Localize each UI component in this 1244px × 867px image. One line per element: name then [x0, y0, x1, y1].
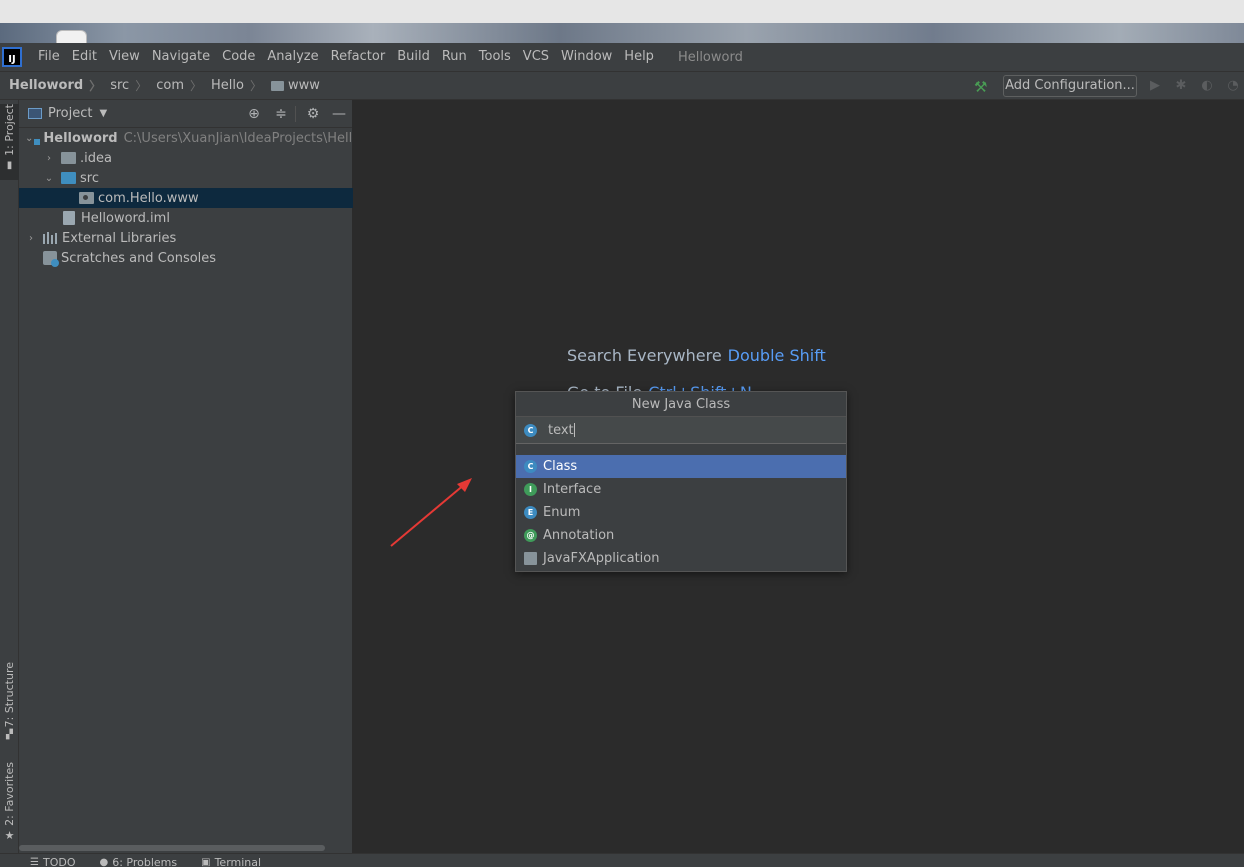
menu-run[interactable]: Run — [436, 43, 473, 71]
run-icon[interactable]: ▶ — [1148, 79, 1162, 93]
kind-option-annotation[interactable]: @ Annotation — [516, 524, 846, 547]
menu-bar: IJ File Edit View Navigate Code Analyze … — [0, 43, 1244, 71]
tool-tab-terminal[interactable]: ▣ Terminal — [201, 854, 261, 867]
desktop-top-bar — [0, 0, 1244, 23]
debug-icon[interactable]: ✱ — [1174, 79, 1188, 93]
desktop-tab-shape — [56, 30, 87, 44]
list-icon: ☰ — [30, 857, 39, 867]
tree-item-package[interactable]: com.Hello.www — [19, 188, 353, 208]
warning-icon: ● — [99, 857, 109, 867]
chevron-down-icon[interactable]: ⌄ — [25, 133, 33, 144]
tree-item-helloword[interactable]: ⌄ Helloword C:\Users\XuanJian\IdeaProjec… — [19, 128, 353, 148]
menu-refactor[interactable]: Refactor — [325, 43, 392, 71]
breadcrumb-separator-icon: 〉 — [249, 79, 262, 93]
minimize-icon[interactable]: — — [332, 107, 346, 121]
star-icon: ★ — [4, 828, 15, 842]
gear-icon[interactable]: ⚙ — [306, 107, 320, 121]
collapse-all-icon[interactable]: ≑ — [274, 107, 288, 121]
tree-item-idea[interactable]: › .idea — [19, 148, 353, 168]
menu-build[interactable]: Build — [391, 43, 436, 71]
chevron-right-icon[interactable]: › — [43, 153, 55, 164]
add-configuration-button[interactable]: Add Configuration... — [1003, 75, 1137, 97]
class-kind-list: C Class I Interface E Enum @ Annotation … — [516, 455, 846, 570]
kind-option-javafx[interactable]: JavaFXApplication — [516, 547, 846, 570]
chevron-down-icon[interactable]: ⌄ — [43, 173, 55, 184]
kind-option-enum[interactable]: E Enum — [516, 501, 846, 524]
profile-icon[interactable]: ◔ — [1226, 79, 1240, 93]
menu-window[interactable]: Window — [555, 43, 618, 71]
build-hammer-icon[interactable]: ⚒ — [974, 78, 990, 96]
new-java-class-dialog: New Java Class C text C Class I Interfac… — [515, 391, 847, 572]
package-folder-icon — [270, 80, 284, 91]
chevron-right-icon[interactable]: › — [25, 233, 37, 244]
kind-option-interface[interactable]: I Interface — [516, 478, 846, 501]
folder-icon — [61, 152, 76, 164]
menu-navigate[interactable]: Navigate — [146, 43, 216, 71]
tool-tab-structure[interactable]: 7: Structure ▞ — [0, 662, 19, 742]
breadcrumb-com[interactable]: com 〉 — [147, 77, 202, 94]
project-tree: ⌄ Helloword C:\Users\XuanJian\IdeaProjec… — [19, 128, 353, 268]
project-panel: Project ▼ ⊕ ≑ ⚙ — ⌄ Helloword C:\Users\X… — [19, 100, 353, 853]
breadcrumb-separator-icon: 〉 — [135, 79, 148, 93]
package-folder-icon — [79, 192, 94, 204]
search-everywhere-hint: Search Everywhere Double Shift — [567, 346, 826, 365]
window-project-title: Helloword — [677, 49, 743, 65]
class-name-input[interactable]: C text — [516, 417, 846, 444]
project-window-icon — [28, 108, 42, 119]
intellij-logo-icon[interactable]: IJ — [2, 47, 22, 67]
coverage-icon[interactable]: ◐ — [1200, 79, 1214, 93]
project-panel-header: Project ▼ ⊕ ≑ ⚙ — — [19, 100, 352, 128]
terminal-icon: ▣ — [201, 857, 211, 867]
tool-tab-todo[interactable]: ☰ TODO — [30, 854, 75, 867]
menu-edit[interactable]: Edit — [66, 43, 103, 71]
module-file-icon — [63, 211, 75, 225]
tree-item-iml[interactable]: Helloword.iml — [19, 208, 353, 228]
menu-file[interactable]: File — [32, 43, 66, 71]
horizontal-scrollbar[interactable] — [19, 845, 325, 851]
locate-target-icon[interactable]: ⊕ — [247, 107, 261, 121]
tree-item-scratches[interactable]: Scratches and Consoles — [19, 248, 353, 268]
scratches-icon — [43, 251, 59, 267]
interface-icon: I — [524, 483, 537, 496]
class-icon: C — [524, 460, 537, 473]
source-folder-icon — [61, 172, 76, 184]
tool-tab-project[interactable]: 1: Project ▮ — [0, 104, 19, 180]
menu-code[interactable]: Code — [216, 43, 261, 71]
chevron-down-icon[interactable]: ▼ — [99, 108, 107, 119]
breadcrumb-project[interactable]: Helloword 〉 — [0, 77, 101, 94]
breadcrumb-separator-icon: 〉 — [189, 79, 202, 93]
breadcrumb-separator-icon: 〉 — [89, 79, 102, 93]
library-icon — [43, 232, 58, 244]
text-cursor — [573, 423, 575, 437]
folder-icon: ▮ — [6, 159, 13, 171]
tree-item-src[interactable]: ⌄ src — [19, 168, 353, 188]
enum-icon: E — [524, 506, 537, 519]
class-icon: C — [524, 423, 537, 437]
annotation-arrow-icon — [390, 478, 472, 547]
annotation-icon: @ — [524, 529, 537, 542]
menu-view[interactable]: View — [103, 43, 146, 71]
dialog-title: New Java Class — [516, 392, 846, 417]
header-divider — [295, 106, 296, 122]
breadcrumb-src[interactable]: src 〉 — [101, 77, 147, 94]
tool-tab-favorites[interactable]: 2: Favorites ★ — [0, 762, 19, 842]
structure-icon: ▞ — [6, 730, 13, 741]
tool-tab-problems[interactable]: ● 6: Problems — [99, 854, 177, 867]
menu-help[interactable]: Help — [618, 43, 660, 71]
kind-option-class[interactable]: C Class — [516, 455, 846, 478]
project-view-selector[interactable]: Project — [48, 106, 92, 121]
javafx-icon — [524, 552, 537, 565]
breadcrumb-hello[interactable]: Hello 〉 — [202, 77, 262, 94]
menu-analyze[interactable]: Analyze — [261, 43, 324, 71]
menu-tools[interactable]: Tools — [473, 43, 517, 71]
tree-item-external-libraries[interactable]: › External Libraries — [19, 228, 353, 248]
menu-vcs[interactable]: VCS — [517, 43, 555, 71]
left-tool-strip: 1: Project ▮ 7: Structure ▞ 2: Favorites… — [0, 100, 19, 853]
desktop-background — [0, 23, 1244, 43]
bottom-tool-strip: ☰ TODO ● 6: Problems ▣ Terminal — [0, 853, 1244, 867]
breadcrumb-www[interactable]: www — [262, 78, 320, 93]
